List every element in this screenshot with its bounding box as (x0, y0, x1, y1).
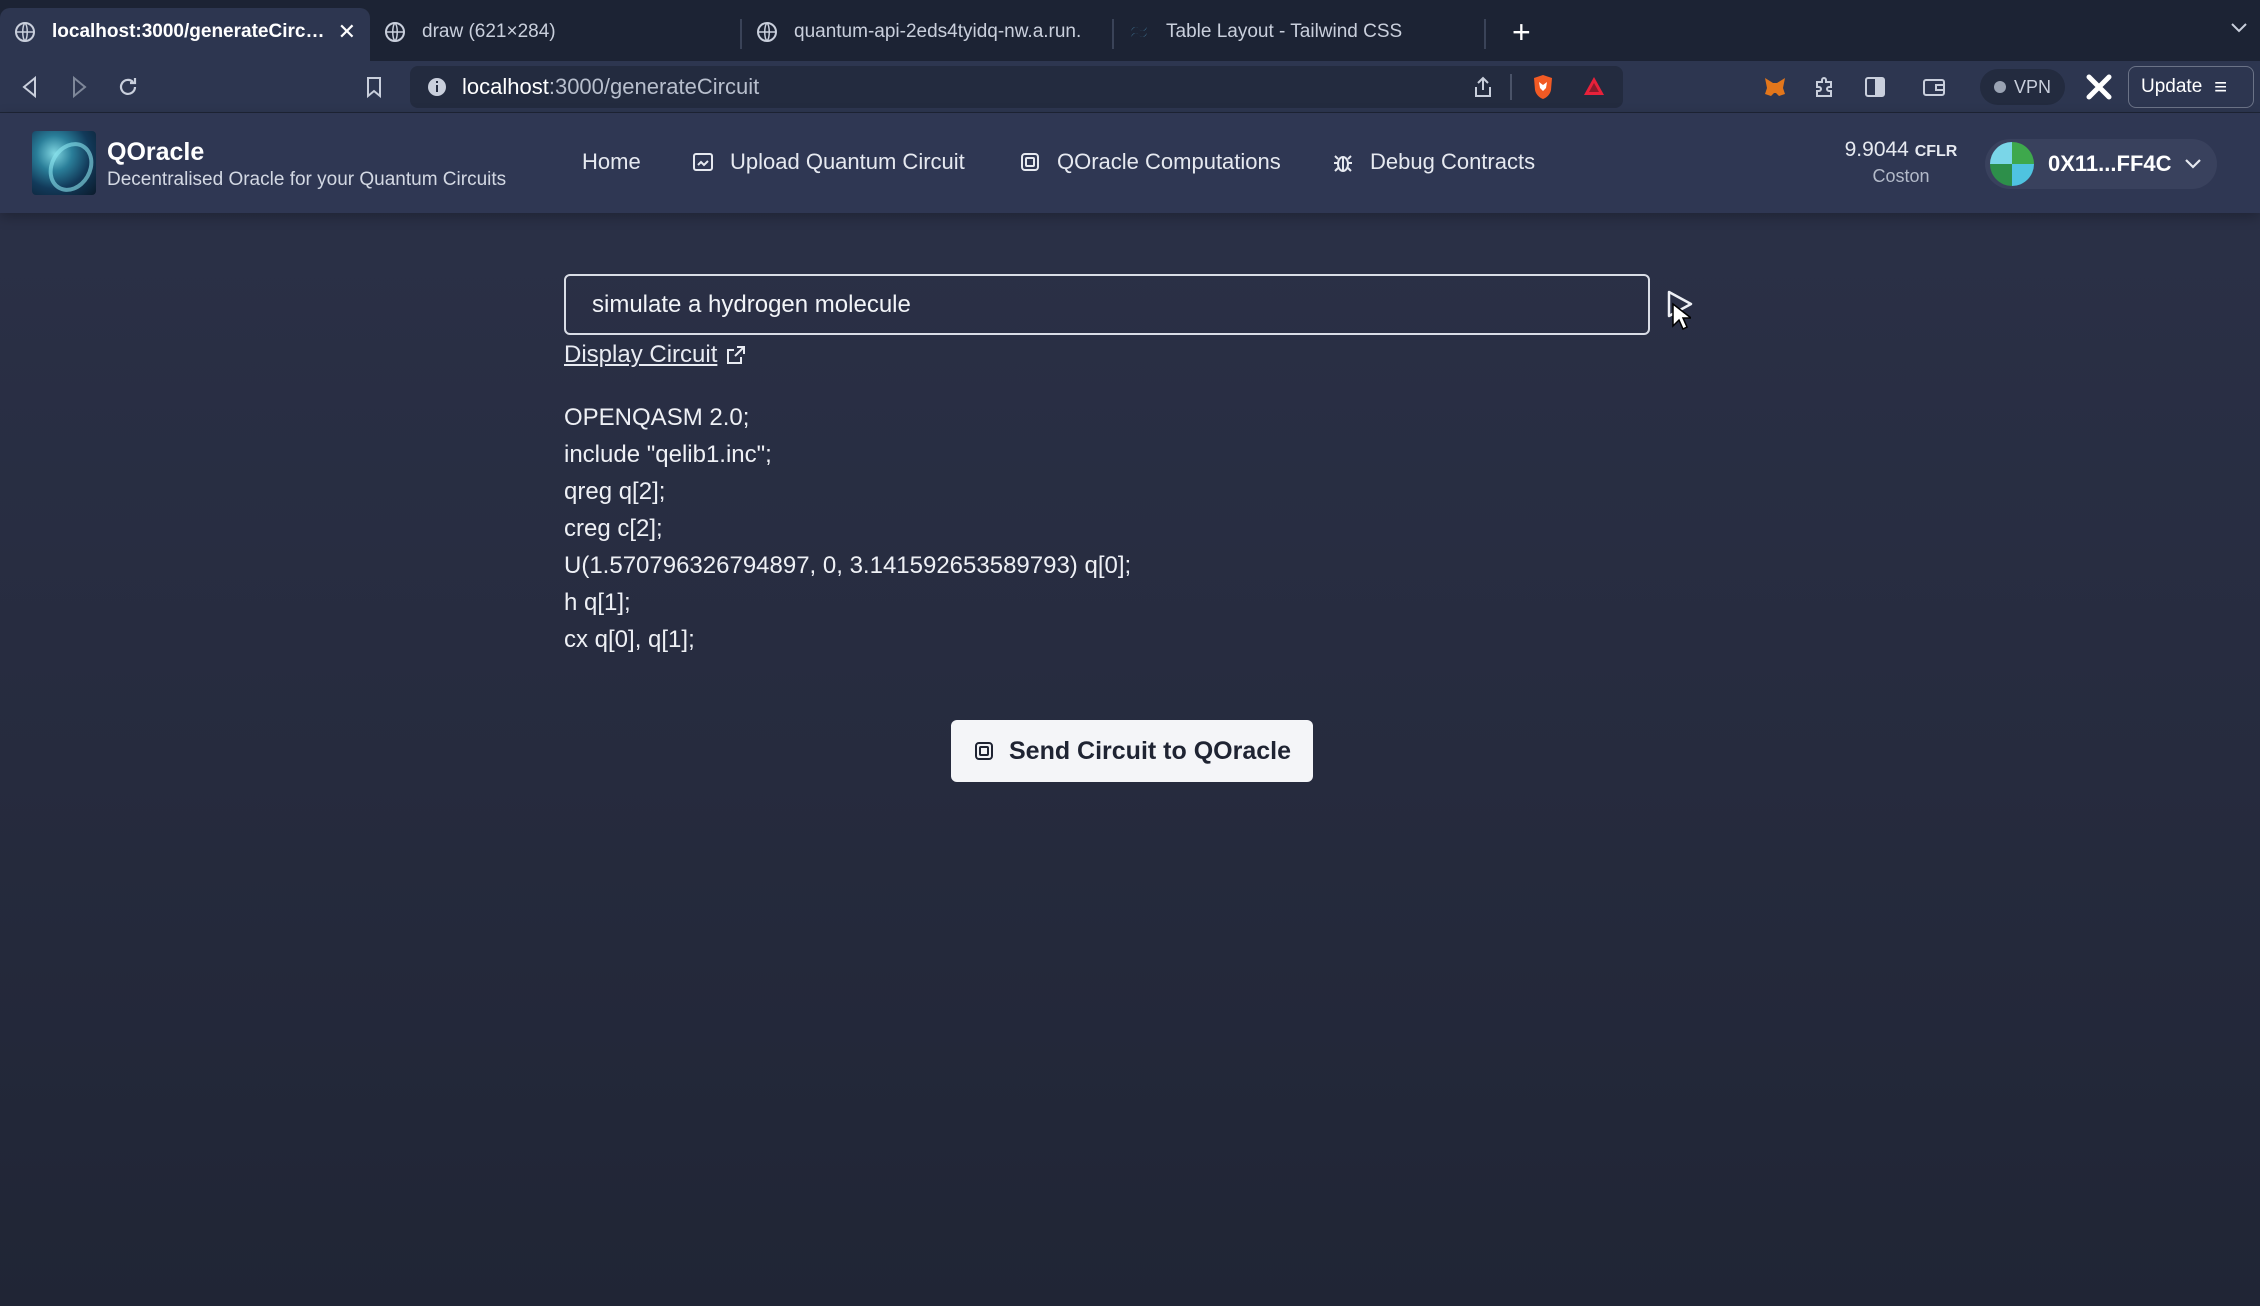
browser-tab-active[interactable]: localhost:3000/generateCircuit ✕ (0, 8, 370, 61)
tab-title: Table Layout - Tailwind CSS (1166, 20, 1403, 42)
avatar (1990, 142, 2034, 186)
code-line: include "qelib1.inc"; (564, 441, 772, 468)
extensions-icon[interactable] (1812, 74, 1838, 100)
update-label: Update (2141, 76, 2203, 97)
brand-title[interactable]: QOracle (107, 138, 204, 167)
account-address: 0X11...FF4C (2048, 151, 2172, 176)
wallet-icon[interactable] (1921, 74, 1947, 100)
cpu-icon (974, 742, 993, 760)
bug-icon (1334, 155, 1352, 172)
tab-title: quantum-api-2eds4tyidq-nw.a.run. (794, 20, 1082, 42)
cpu-icon (1021, 153, 1039, 171)
balance-unit: CFLR (1914, 143, 1958, 160)
new-tab-button[interactable]: + (1512, 14, 1531, 51)
brand-subtitle: Decentralised Oracle for your Quantum Ci… (107, 169, 507, 190)
tab-title: draw (621×284) (422, 20, 556, 42)
close-icon[interactable]: ✕ (338, 19, 356, 45)
sidebar-icon[interactable] (1862, 74, 1888, 100)
brave-shield-icon[interactable] (1530, 73, 1556, 101)
chevron-down-icon (2184, 159, 2201, 169)
display-circuit-label: Display Circuit (564, 341, 718, 368)
address-bar[interactable]: localhost:3000/generateCircuit (410, 66, 1623, 108)
browser-toolbar: localhost:3000/generateCircuit VPN Updat… (0, 61, 2260, 113)
reload-icon[interactable] (115, 74, 141, 100)
nav-debug-contracts[interactable]: Debug Contracts (1332, 149, 1535, 175)
code-line: OPENQASM 2.0; (564, 404, 750, 431)
send-circuit-label: Send Circuit to QOracle (1008, 736, 1291, 765)
leo-ai-icon[interactable] (2084, 72, 2114, 102)
code-line: U(1.570796326794897, 0, 3.14159265358979… (564, 552, 1132, 579)
nav-label: Debug Contracts (1370, 149, 1536, 174)
qoracle-logo[interactable] (32, 131, 96, 195)
tab-list-chevron-icon[interactable] (2230, 18, 2248, 39)
nav-label: QOracle Computations (1057, 149, 1281, 174)
tailwind-icon (1131, 26, 1147, 37)
metamask-icon[interactable] (1762, 74, 1788, 100)
tab-title: localhost:3000/generateCircuit (52, 20, 328, 42)
divider (1510, 74, 1512, 100)
url-host: localhost (462, 74, 549, 99)
nav-qoracle-computations[interactable]: QOracle Computations (1019, 149, 1281, 175)
nav-upload-quantum-circuit[interactable]: Upload Quantum Circuit (692, 149, 965, 175)
bookmark-icon[interactable] (361, 74, 387, 100)
share-icon[interactable] (1472, 75, 1494, 99)
brave-rewards-icon[interactable] (1582, 75, 1606, 99)
browser-tab[interactable]: Table Layout - Tailwind CSS (1114, 8, 1484, 61)
browser-tab-bar: localhost:3000/generateCircuit ✕ draw (6… (0, 0, 2260, 61)
display-circuit-link[interactable]: Display Circuit (564, 341, 747, 369)
info-icon[interactable] (426, 76, 448, 98)
account-dropdown[interactable]: 0X11...FF4C (1985, 139, 2217, 189)
wallet-balance: 9.9044 CFLR Coston (1838, 138, 1964, 187)
nav-label: Upload Quantum Circuit (730, 149, 965, 174)
hamburger-menu-icon[interactable]: ≡ (2214, 74, 2227, 100)
url-path: :3000/generateCircuit (548, 74, 760, 99)
globe-icon (757, 21, 777, 42)
vpn-label: VPN (2014, 76, 2052, 97)
update-button[interactable]: Update ≡ (2128, 66, 2254, 108)
app-root: QOracle Decentralised Oracle for your Qu… (0, 113, 2260, 1306)
nav-label: Home (582, 149, 641, 174)
qasm-code-block: OPENQASM 2.0; include "qelib1.inc"; qreg… (564, 399, 1131, 658)
code-line: creg c[2]; (564, 515, 663, 542)
balance-amount: 9.9044 (1844, 138, 1909, 161)
vpn-status-icon (1994, 81, 2006, 93)
external-link-icon (727, 346, 746, 364)
code-line: qreg q[2]; (564, 478, 666, 505)
app-header: QOracle Decentralised Oracle for your Qu… (0, 113, 2260, 213)
nav-home[interactable]: Home (582, 149, 641, 175)
back-icon[interactable] (17, 74, 43, 100)
mouse-cursor-icon (1672, 302, 1691, 331)
globe-icon (385, 21, 405, 42)
vpn-button[interactable]: VPN (1980, 69, 2066, 105)
network-name: Coston (1872, 166, 1930, 186)
forward-icon[interactable] (66, 74, 92, 100)
globe-icon (15, 21, 35, 42)
code-line: cx q[0], q[1]; (564, 626, 695, 653)
send-circuit-button[interactable]: Send Circuit to QOracle (951, 720, 1313, 782)
browser-tab[interactable]: draw (621×284) (370, 8, 740, 61)
tab-separator (1484, 19, 1486, 49)
browser-tab[interactable]: quantum-api-2eds4tyidq-nw.a.run. (742, 8, 1112, 61)
code-line: h q[1]; (564, 589, 631, 616)
circuit-prompt-input[interactable] (564, 274, 1650, 335)
upload-icon (693, 153, 713, 171)
